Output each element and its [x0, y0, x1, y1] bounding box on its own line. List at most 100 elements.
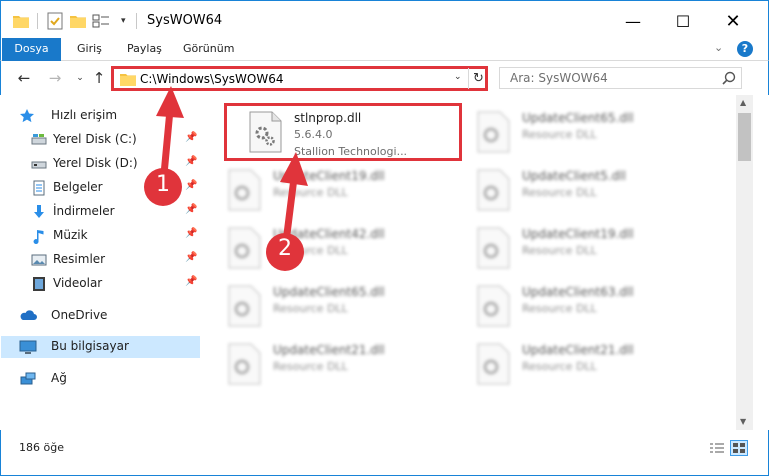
- file-description: Resource DLL: [522, 302, 597, 315]
- dll-file-icon: [474, 169, 512, 211]
- tab-home[interactable]: Giriş: [77, 38, 102, 61]
- properties-check-icon[interactable]: [47, 11, 63, 31]
- pin-icon[interactable]: 📌: [185, 132, 197, 143]
- nav-item-videos[interactable]: Videolar 📌: [1, 273, 200, 295]
- close-button[interactable]: ✕: [710, 7, 756, 35]
- tab-view[interactable]: Görünüm: [183, 38, 234, 61]
- nav-item-label: Resimler: [53, 252, 106, 266]
- pin-icon[interactable]: 📌: [185, 156, 197, 167]
- file-tile[interactable]: UpdateClient21.dll Resource DLL: [452, 335, 688, 391]
- folder-icon: [120, 72, 136, 89]
- star-icon: [19, 108, 35, 124]
- file-tile[interactable]: UpdateClient42.dll Resource DLL: [203, 219, 439, 275]
- file-tile[interactable]: UpdateClient19.dll Resource DLL: [452, 219, 688, 275]
- nav-item-label: Yerel Disk (D:): [53, 156, 138, 170]
- toolbar-separator: [136, 13, 137, 29]
- file-tile[interactable]: UpdateClient19.dll Resource DLL: [203, 161, 439, 217]
- folder-icon[interactable]: [13, 11, 29, 31]
- search-icon: [722, 71, 736, 88]
- nav-item-downloads[interactable]: İndirmeler 📌: [1, 201, 200, 223]
- title-bar: ▾ SysWOW64 — ☐ ✕: [0, 0, 769, 38]
- tab-file[interactable]: Dosya: [2, 38, 61, 61]
- file-tile[interactable]: UpdateClient65.dll Resource DLL: [203, 277, 439, 333]
- tiles-view-icon[interactable]: [730, 440, 748, 456]
- dll-file-icon: [474, 285, 512, 327]
- nav-item-label: Hızlı erişim: [51, 108, 118, 122]
- drive-icon: [31, 156, 47, 172]
- recent-locations-chevron-icon[interactable]: ⌄: [70, 68, 90, 88]
- nav-item-label: Videolar: [53, 276, 103, 290]
- nav-item-onedrive[interactable]: OneDrive: [1, 305, 200, 327]
- file-highlight-box: [224, 103, 462, 161]
- nav-item-pictures[interactable]: Resimler 📌: [1, 249, 200, 271]
- nav-item-network[interactable]: Ağ: [1, 368, 200, 390]
- file-tile[interactable]: UpdateClient65.dll Resource DLL: [452, 103, 688, 159]
- search-input[interactable]: Ara: SysWOW64: [499, 67, 742, 89]
- ribbon: Dosya Giriş Paylaş Görünüm ⌄ ?: [0, 38, 769, 61]
- cloud-icon: [19, 308, 37, 324]
- nav-item-quick-access[interactable]: Hızlı erişim: [1, 105, 200, 127]
- file-name: UpdateClient19.dll: [522, 227, 634, 241]
- scroll-down-arrow-icon[interactable]: ▼: [740, 417, 746, 426]
- file-name: UpdateClient21.dll: [522, 343, 634, 357]
- videos-icon: [31, 276, 47, 292]
- vertical-scrollbar[interactable]: ▲ ▼: [736, 95, 753, 430]
- nav-item-local-disk-c[interactable]: Yerel Disk (C:) 📌: [1, 129, 200, 151]
- pin-icon[interactable]: 📌: [185, 276, 197, 287]
- scrollbar-thumb[interactable]: [738, 113, 751, 161]
- customize-toolbar-chevron-icon[interactable]: ▾: [121, 11, 126, 31]
- tab-share[interactable]: Paylaş: [127, 38, 162, 61]
- nav-item-music[interactable]: Müzik 📌: [1, 225, 200, 247]
- details-view-icon[interactable]: [709, 442, 725, 459]
- view-options-icon[interactable]: [92, 11, 110, 31]
- file-description: Resource DLL: [522, 186, 597, 199]
- file-name: UpdateClient21.dll: [273, 343, 385, 357]
- file-tile[interactable]: UpdateClient63.dll Resource DLL: [452, 277, 688, 333]
- navigation-bar: ← → ⌄ ↑ C:\Windows\SysWOW64 ⌄ ↻ Ara: Sys…: [0, 61, 769, 95]
- maximize-button[interactable]: ☐: [660, 7, 706, 35]
- dll-file-icon: [474, 343, 512, 385]
- back-arrow-icon[interactable]: ←: [14, 68, 34, 88]
- address-dropdown-chevron-icon[interactable]: ⌄: [454, 72, 462, 82]
- nav-item-label: Yerel Disk (C:): [53, 132, 137, 146]
- dll-file-icon: [225, 285, 263, 327]
- pictures-icon: [31, 252, 47, 268]
- network-icon: [19, 371, 36, 387]
- up-arrow-icon[interactable]: ↑: [89, 68, 109, 88]
- dll-file-icon: [474, 111, 512, 153]
- file-tile[interactable]: UpdateClient5.dll Resource DLL: [452, 161, 688, 217]
- pin-icon[interactable]: 📌: [185, 252, 197, 263]
- pin-icon[interactable]: 📌: [185, 204, 197, 215]
- file-description: Resource DLL: [273, 360, 348, 373]
- expand-ribbon-chevron-icon[interactable]: ⌄: [714, 41, 723, 54]
- nav-item-label: Belgeler: [53, 180, 103, 194]
- file-tile[interactable]: UpdateClient21.dll Resource DLL: [203, 335, 439, 391]
- file-name: UpdateClient19.dll: [273, 169, 385, 183]
- dll-file-icon: [225, 169, 263, 211]
- refresh-icon[interactable]: ↻: [468, 68, 488, 89]
- computer-icon: [19, 339, 37, 355]
- status-bar: 186 öğe: [0, 430, 769, 476]
- file-name: UpdateClient63.dll: [522, 285, 634, 299]
- new-folder-icon[interactable]: [70, 11, 86, 31]
- help-icon[interactable]: ?: [737, 41, 753, 57]
- dll-file-icon: [225, 227, 263, 269]
- pin-icon[interactable]: 📌: [185, 180, 197, 191]
- dll-file-icon: [225, 343, 263, 385]
- file-description: Resource DLL: [273, 302, 348, 315]
- address-bar[interactable]: C:\Windows\SysWOW64 ⌄ ↻: [111, 66, 488, 91]
- forward-arrow-icon[interactable]: →: [45, 68, 65, 88]
- step-badge-1-label: 1: [156, 172, 170, 197]
- toolbar-separator: [37, 13, 38, 29]
- file-description: Resource DLL: [273, 186, 348, 199]
- nav-item-this-pc[interactable]: Bu bilgisayar: [1, 336, 200, 358]
- pin-icon[interactable]: 📌: [185, 228, 197, 239]
- documents-icon: [31, 180, 47, 196]
- nav-item-label: Bu bilgisayar: [51, 339, 129, 353]
- minimize-button[interactable]: —: [610, 7, 656, 35]
- scroll-up-arrow-icon[interactable]: ▲: [740, 98, 746, 107]
- search-placeholder: Ara: SysWOW64: [510, 71, 608, 85]
- nav-item-label: Müzik: [53, 228, 88, 242]
- navigation-pane: Hızlı erişim Yerel Disk (C:) 📌 Yerel Dis…: [1, 95, 202, 430]
- address-path[interactable]: C:\Windows\SysWOW64: [140, 72, 284, 86]
